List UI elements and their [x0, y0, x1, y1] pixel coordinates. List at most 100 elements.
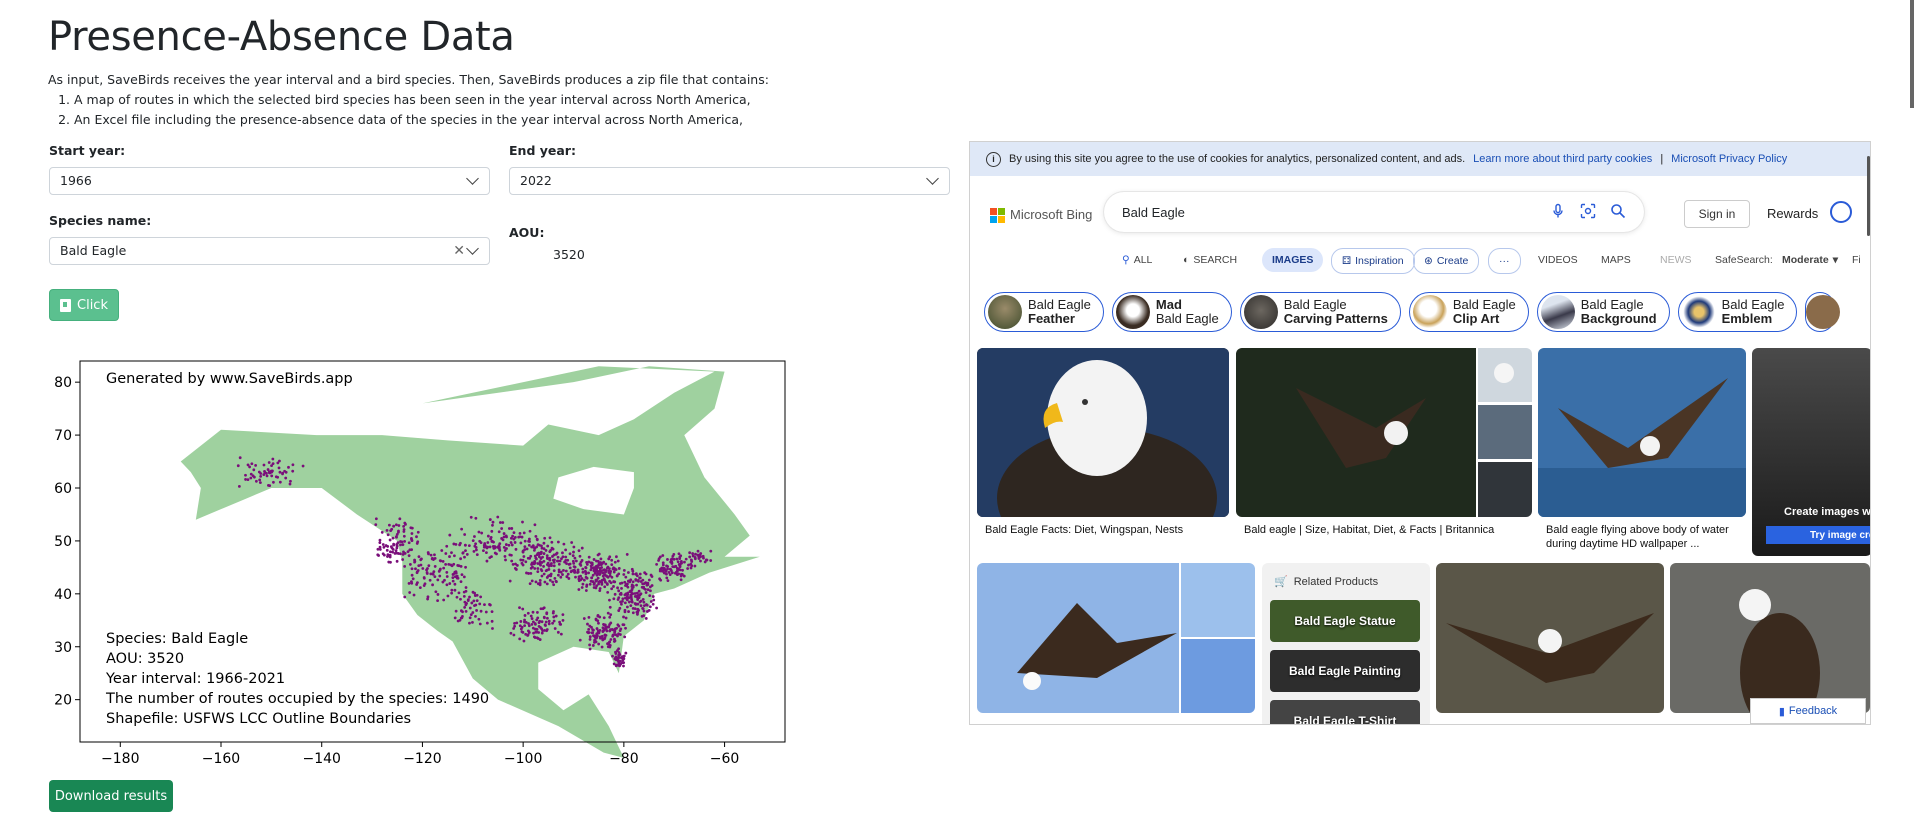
- route-point: [524, 620, 528, 624]
- tab-search[interactable]: ◐ SEARCH: [1183, 248, 1237, 272]
- download-button[interactable]: Download results: [49, 780, 173, 812]
- route-point: [530, 617, 534, 620]
- tab-create[interactable]: ⊛ Create: [1413, 248, 1480, 274]
- tab-images[interactable]: IMAGES: [1262, 248, 1324, 272]
- route-point: [411, 577, 415, 581]
- route-point: [631, 584, 635, 588]
- start-year-select[interactable]: 1966: [49, 167, 490, 195]
- route-point: [588, 637, 592, 641]
- route-point: [631, 580, 635, 584]
- route-point: [519, 558, 523, 562]
- search-icon[interactable]: [1610, 203, 1626, 219]
- route-point: [564, 555, 568, 559]
- route-point: [582, 617, 586, 620]
- route-point: [408, 563, 412, 566]
- create-image-card[interactable]: Create images w Try image cre: [1752, 348, 1870, 556]
- route-point: [608, 579, 612, 583]
- end-year-select[interactable]: 2022: [509, 167, 950, 195]
- route-point: [459, 580, 463, 584]
- route-point: [408, 548, 412, 552]
- route-point: [410, 526, 414, 530]
- clear-icon[interactable]: ✕: [453, 243, 465, 259]
- sign-in-button[interactable]: Sign in: [1684, 200, 1750, 228]
- click-button[interactable]: Click: [49, 289, 119, 321]
- rewards-icon[interactable]: [1830, 201, 1852, 223]
- result-image-1[interactable]: [977, 348, 1229, 517]
- privacy-link[interactable]: Microsoft Privacy Policy: [1671, 153, 1787, 165]
- route-point: [608, 645, 612, 649]
- more-button[interactable]: ···: [1488, 248, 1521, 274]
- rewards-link[interactable]: Rewards: [1767, 206, 1818, 221]
- result-image-4[interactable]: [977, 563, 1255, 713]
- safesearch-dropdown[interactable]: Moderate ▾: [1782, 248, 1838, 272]
- tab-videos[interactable]: VIDEOS: [1538, 248, 1578, 272]
- cookie-link[interactable]: Learn more about third party cookies: [1473, 153, 1652, 165]
- route-point: [554, 579, 558, 583]
- search-box[interactable]: Bald Eagle: [1104, 192, 1644, 232]
- tab-maps[interactable]: MAPS: [1601, 248, 1631, 272]
- start-year-value: 1966: [60, 173, 92, 188]
- chip-clipart[interactable]: Bald Eagle Clip Art: [1408, 292, 1529, 332]
- route-point: [513, 566, 517, 570]
- related-product[interactable]: Bald Eagle Painting: [1270, 650, 1420, 692]
- result-image-5[interactable]: [1436, 563, 1664, 713]
- tab-inspiration[interactable]: ⚃ Inspiration: [1331, 248, 1415, 274]
- route-point: [633, 602, 637, 605]
- related-product[interactable]: Bald Eagle Statue: [1270, 600, 1420, 642]
- image-caption[interactable]: Bald eagle | Size, Habitat, Diet, & Fact…: [1244, 523, 1494, 537]
- result-image-6[interactable]: [1670, 563, 1870, 713]
- try-image-creator-button[interactable]: Try image cre: [1766, 526, 1870, 544]
- route-point: [683, 560, 686, 564]
- chip-emblem[interactable]: Bald Eagle Emblem: [1677, 292, 1798, 332]
- chip-feather[interactable]: Bald Eagle Feather: [984, 292, 1104, 332]
- route-point: [552, 583, 556, 587]
- page-scrollbar[interactable]: [1910, 0, 1914, 108]
- route-point: [453, 582, 457, 586]
- image-caption[interactable]: Bald eagle flying above body of water du…: [1546, 523, 1736, 551]
- route-point: [388, 553, 392, 557]
- route-point: [610, 587, 614, 591]
- route-point: [635, 583, 638, 587]
- route-point: [391, 547, 395, 551]
- chip-background[interactable]: Bald Eagle Background: [1536, 292, 1670, 332]
- visual-search-icon[interactable]: [1580, 203, 1596, 219]
- microphone-icon[interactable]: [1550, 203, 1566, 219]
- chip-mad[interactable]: Mad Bald Eagle: [1111, 292, 1232, 332]
- tab-all[interactable]: ⚲ ALL: [1122, 248, 1152, 272]
- route-point: [450, 591, 454, 595]
- route-point: [668, 567, 672, 571]
- chip-more[interactable]: [1805, 292, 1841, 332]
- route-point: [528, 540, 531, 543]
- feedback-button[interactable]: ▮ Feedback: [1750, 698, 1866, 724]
- image-caption[interactable]: Bald Eagle Facts: Diet, Wingspan, Nests: [985, 523, 1183, 537]
- route-point: [629, 593, 633, 597]
- related-product[interactable]: Bald Eagle T-Shirt: [1270, 700, 1420, 724]
- result-image-2[interactable]: [1236, 348, 1532, 517]
- route-point: [617, 609, 621, 612]
- route-point: [601, 571, 605, 575]
- route-point: [412, 593, 416, 597]
- related-chips: Bald Eagle Feather Mad Bald Eagle Bald Eag…: [984, 292, 1841, 336]
- chart-annotation: Year interval: 1966-2021: [105, 671, 285, 687]
- route-point: [263, 471, 267, 474]
- bing-logo[interactable]: Microsoft Bing: [990, 207, 1092, 223]
- route-point: [456, 619, 460, 623]
- chip-carving[interactable]: Bald Eagle Carving Patterns: [1239, 292, 1401, 332]
- filter-button[interactable]: Fi: [1852, 248, 1861, 272]
- route-point: [605, 582, 609, 586]
- route-point: [537, 631, 541, 634]
- route-point: [523, 539, 527, 543]
- route-point: [622, 661, 626, 665]
- species-select[interactable]: Bald Eagle ✕: [49, 237, 490, 265]
- route-point: [703, 560, 707, 564]
- route-point: [459, 564, 463, 568]
- route-point: [600, 581, 604, 585]
- route-point: [463, 555, 466, 559]
- result-image-3[interactable]: [1538, 348, 1746, 517]
- tab-news[interactable]: NEWS: [1660, 248, 1692, 272]
- route-point: [570, 569, 574, 573]
- route-point: [497, 530, 501, 534]
- route-point: [609, 613, 613, 617]
- eagle-image: [1670, 563, 1870, 713]
- route-point: [709, 549, 713, 553]
